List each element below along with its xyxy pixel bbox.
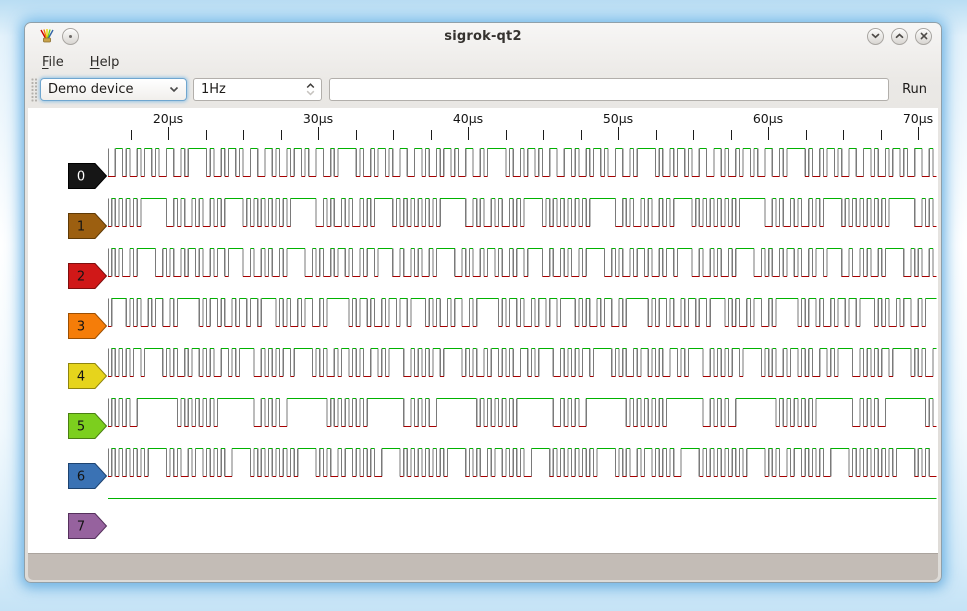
minimize-button[interactable]	[867, 28, 884, 45]
toolbar-handle[interactable]	[31, 78, 38, 102]
ruler-major-tick	[168, 127, 169, 140]
samplerate-spinbox[interactable]: 1Hz	[193, 78, 322, 101]
channel-flag-7[interactable]: 7	[68, 513, 108, 539]
ruler-minor-tick	[806, 130, 807, 140]
channel-3-waveform	[108, 297, 938, 328]
channel-flag-shape	[69, 514, 107, 539]
ruler-minor-tick	[656, 130, 657, 140]
channel-0-waveform	[108, 147, 938, 178]
menu-file[interactable]: File	[38, 53, 68, 72]
channel-5-waveform	[108, 397, 938, 428]
window-title: sigrok-qt2	[28, 29, 938, 44]
close-icon	[920, 32, 928, 40]
app-window: sigrok-qt2 File Help Demo device	[24, 22, 942, 583]
ruler-label: 20µs	[153, 111, 183, 126]
menu-help[interactable]: Help	[86, 53, 124, 72]
channel-flag-3[interactable]: 3	[68, 313, 108, 339]
menubar: File Help	[28, 49, 938, 75]
ruler-minor-tick	[356, 130, 357, 140]
ruler-label: 70µs	[903, 111, 933, 126]
ruler-major-tick	[468, 127, 469, 140]
titlebar[interactable]: sigrok-qt2	[28, 23, 938, 49]
ruler-major-tick	[318, 127, 319, 140]
chevron-up-icon	[895, 33, 904, 39]
toolbar: Demo device 1Hz Run	[28, 75, 938, 108]
ruler-minor-tick	[393, 130, 394, 140]
samplerate-value: 1Hz	[201, 82, 226, 97]
ruler-minor-tick	[543, 130, 544, 140]
channel-6-waveform	[108, 447, 938, 478]
trace-area[interactable]: 20µs 30µs 40µs 50µs 60µs 70µs 0 1 2 3 4 5 6 7	[28, 108, 938, 553]
ruler-major-tick	[618, 127, 619, 140]
channel-flag-0[interactable]: 0	[68, 163, 108, 189]
device-combobox-value: Demo device	[48, 82, 133, 97]
channel-flag-4[interactable]: 4	[68, 363, 108, 389]
ruler-label: 40µs	[453, 111, 483, 126]
channel-7-waveform	[108, 497, 938, 528]
channel-flag-label: 2	[77, 270, 85, 285]
ruler-minor-tick	[506, 130, 507, 140]
ruler-label: 60µs	[753, 111, 783, 126]
ruler-minor-tick	[206, 130, 207, 140]
menu-help-accel: H	[90, 55, 100, 70]
ruler-minor-tick	[243, 130, 244, 140]
maximize-button[interactable]	[891, 28, 908, 45]
channel-flag-shape	[69, 264, 107, 289]
channel-flag-shape	[69, 214, 107, 239]
desktop: sigrok-qt2 File Help Demo device	[0, 0, 967, 611]
close-button[interactable]	[915, 28, 932, 45]
spin-up-icon[interactable]	[306, 83, 315, 89]
channel-flag-label: 1	[77, 220, 85, 235]
channel-1-waveform	[108, 197, 938, 228]
menu-help-rest: elp	[100, 55, 120, 70]
spin-down-icon[interactable]	[306, 90, 315, 96]
menu-file-rest: ile	[49, 55, 64, 70]
channel-flag-label: 6	[77, 470, 85, 485]
samples-input[interactable]	[329, 78, 889, 101]
channel-flag-label: 5	[77, 420, 85, 435]
window-controls	[867, 28, 932, 45]
ruler-label: 30µs	[303, 111, 333, 126]
channel-2-waveform	[108, 247, 938, 278]
ruler-major-tick	[768, 127, 769, 140]
channel-4-waveform	[108, 347, 938, 378]
run-button[interactable]: Run	[900, 79, 929, 100]
channel-flag-5[interactable]: 5	[68, 413, 108, 439]
channel-flag-label: 0	[77, 170, 85, 185]
ruler-minor-tick	[281, 130, 282, 140]
channel-flag-shape	[69, 364, 107, 389]
channel-flag-6[interactable]: 6	[68, 463, 108, 489]
device-combobox[interactable]: Demo device	[40, 78, 187, 101]
channel-flag-1[interactable]: 1	[68, 213, 108, 239]
ruler-minor-tick	[881, 130, 882, 140]
channel-flag-shape	[69, 464, 107, 489]
channel-flag-2[interactable]: 2	[68, 263, 108, 289]
ruler-label: 50µs	[603, 111, 633, 126]
channel-flag-shape	[69, 314, 107, 339]
channel-flag-label: 3	[77, 320, 85, 335]
ruler-minor-tick	[581, 130, 582, 140]
ruler-minor-tick	[843, 130, 844, 140]
ruler-minor-tick	[431, 130, 432, 140]
status-bar	[28, 553, 938, 580]
channel-flag-shape	[69, 164, 107, 189]
ruler-minor-tick	[693, 130, 694, 140]
ruler-minor-tick	[731, 130, 732, 140]
channel-flag-label: 7	[77, 520, 85, 535]
chevron-down-icon	[169, 86, 179, 93]
ruler-minor-tick	[131, 130, 132, 140]
ruler-major-tick	[918, 127, 919, 140]
chevron-down-icon	[871, 33, 880, 39]
channel-flag-label: 4	[77, 370, 85, 385]
channel-flag-shape	[69, 414, 107, 439]
